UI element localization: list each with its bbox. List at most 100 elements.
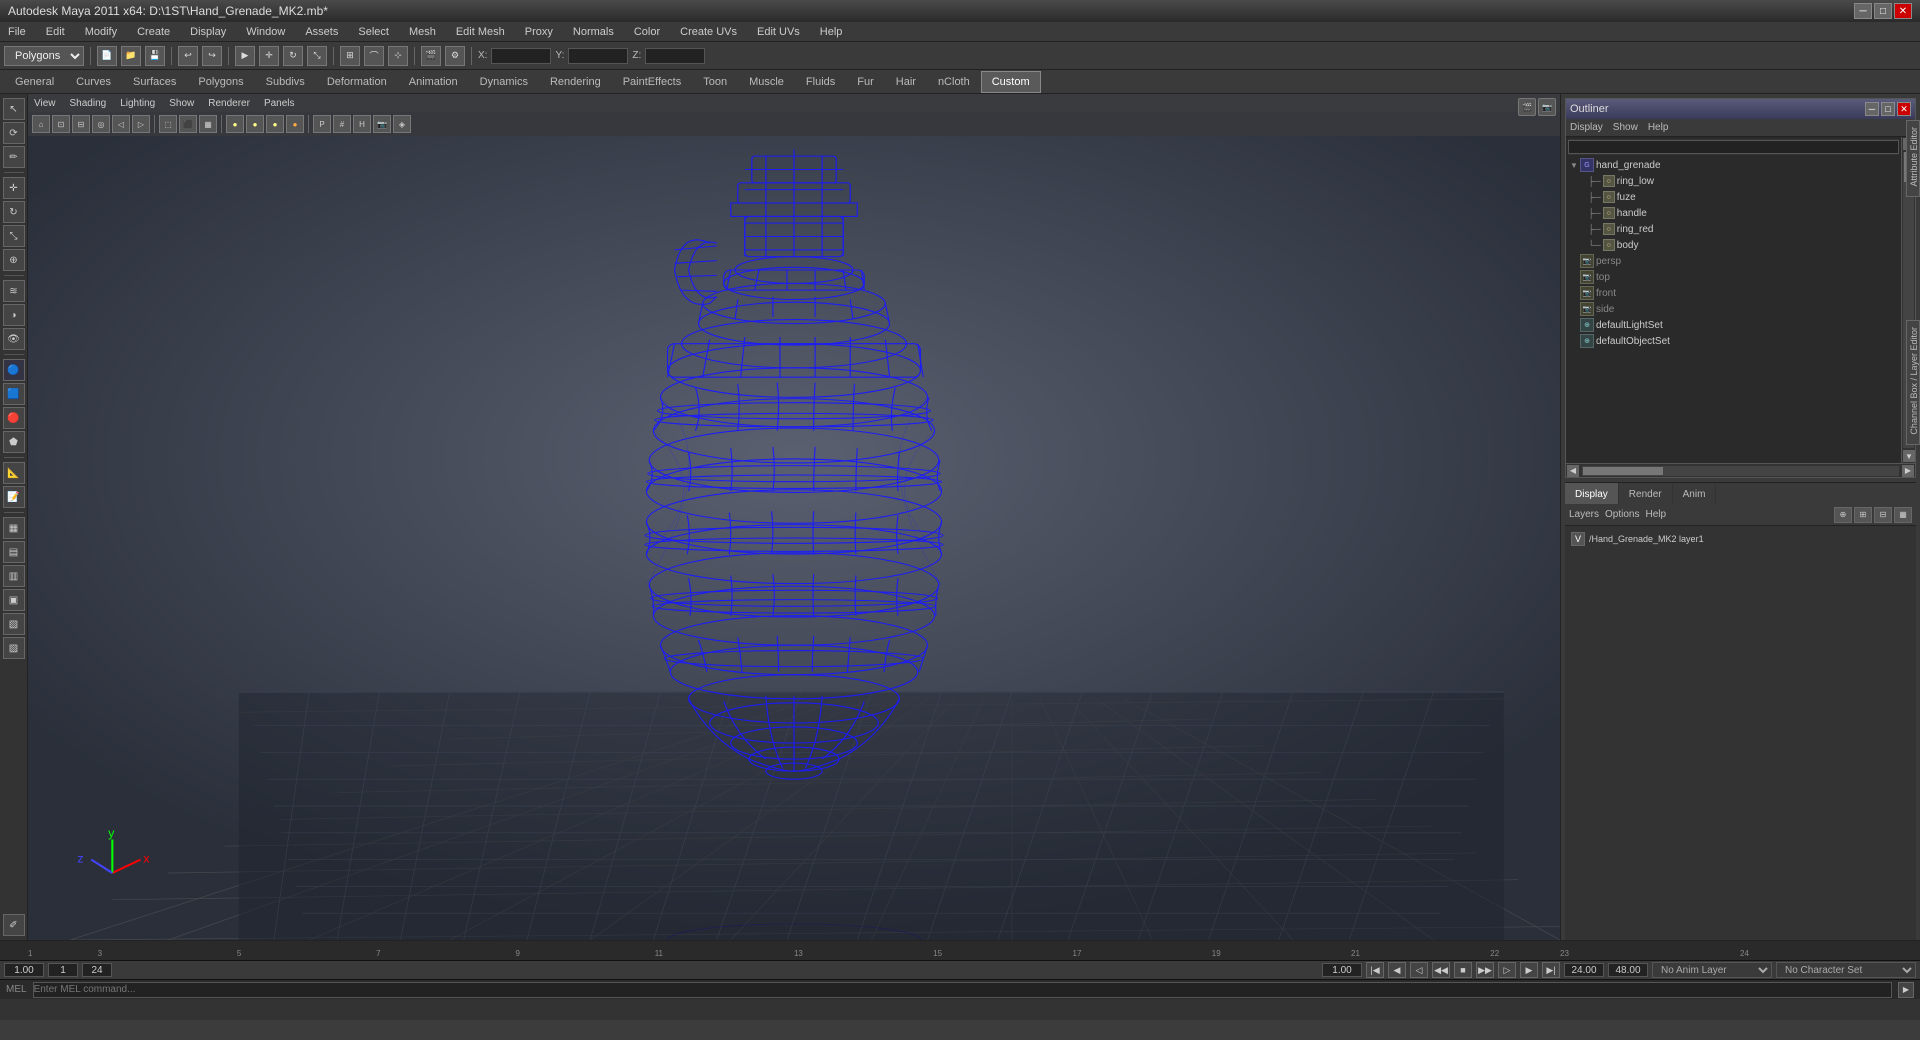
outliner-item-lightset[interactable]: ⊕ defaultLightSet xyxy=(1568,317,1899,333)
wire-btn[interactable]: ⬚ xyxy=(159,115,177,133)
scale-tool[interactable]: ⤡ xyxy=(3,225,25,247)
tab-render[interactable]: Render xyxy=(1619,483,1673,505)
smooth-shade-btn[interactable]: ⬛ xyxy=(179,115,197,133)
outliner-hscrollbar[interactable]: ◀ ▶ xyxy=(1566,463,1915,477)
render-end-field[interactable]: 48.00 xyxy=(1608,963,1648,977)
viewport-menu-renderer[interactable]: Renderer xyxy=(208,98,250,109)
menu-mesh[interactable]: Mesh xyxy=(405,24,440,40)
layer-icon-2[interactable]: ⊞ xyxy=(1854,507,1872,523)
menu-window[interactable]: Window xyxy=(242,24,289,40)
menu-display[interactable]: Display xyxy=(186,24,230,40)
move-button[interactable]: ✛ xyxy=(259,46,279,66)
viewport-menu-show[interactable]: Show xyxy=(169,98,194,109)
outliner-item-fuze[interactable]: ├─ ○ fuze xyxy=(1568,189,1899,205)
viewport-canvas[interactable]: x y z xyxy=(28,136,1560,940)
outliner-item-body[interactable]: └─ ○ body xyxy=(1568,237,1899,253)
light2-btn[interactable]: ● xyxy=(246,115,264,133)
menu-normals[interactable]: Normals xyxy=(569,24,618,40)
tab-painteffects[interactable]: PaintEffects xyxy=(612,71,693,93)
attr-editor-tab[interactable]: Attribute Editor xyxy=(1906,120,1920,197)
render-button[interactable]: 🎬 xyxy=(421,46,441,66)
mel-expand-btn[interactable]: ▶ xyxy=(1898,982,1914,998)
viewport-menu-panels[interactable]: Panels xyxy=(264,98,295,109)
outliner-item-persp[interactable]: 📷 persp xyxy=(1568,253,1899,269)
pencil-tool[interactable]: ✐ xyxy=(3,914,25,936)
hscroll-track[interactable] xyxy=(1582,466,1899,476)
tab-surfaces[interactable]: Surfaces xyxy=(122,71,187,93)
current-frame-field[interactable]: 1.00 xyxy=(1322,963,1362,977)
save-button[interactable]: 💾 xyxy=(145,46,165,66)
tab-general[interactable]: General xyxy=(4,71,65,93)
trax-editor-btn[interactable]: ▧ xyxy=(3,613,25,635)
snap-point-button[interactable]: ⊹ xyxy=(388,46,408,66)
outliner-item-top[interactable]: 📷 top xyxy=(1568,269,1899,285)
viewport-menu-lighting[interactable]: Lighting xyxy=(120,98,155,109)
menu-create[interactable]: Create xyxy=(133,24,174,40)
layers-menu-help[interactable]: Help xyxy=(1645,509,1666,520)
scale-button[interactable]: ⤡ xyxy=(307,46,327,66)
hscroll-left-btn[interactable]: ◀ xyxy=(1567,465,1579,477)
annotate-tool[interactable]: 📝 xyxy=(3,486,25,508)
isolate-btn[interactable]: ◈ xyxy=(393,115,411,133)
blend-shape-btn[interactable]: ▨ xyxy=(3,637,25,659)
open-button[interactable]: 📁 xyxy=(121,46,141,66)
frame-all-btn[interactable]: ⊡ xyxy=(52,115,70,133)
outliner-close[interactable]: ✕ xyxy=(1897,102,1911,116)
layer-icon-3[interactable]: ⊟ xyxy=(1874,507,1892,523)
new-scene-button[interactable]: 📄 xyxy=(97,46,117,66)
outliner-minimize[interactable]: ─ xyxy=(1865,102,1879,116)
hud-btn[interactable]: H xyxy=(353,115,371,133)
tab-polygons[interactable]: Polygons xyxy=(187,71,254,93)
tab-custom[interactable]: Custom xyxy=(981,71,1041,93)
menu-help[interactable]: Help xyxy=(816,24,847,40)
tab-rendering[interactable]: Rendering xyxy=(539,71,612,93)
viewport-menu-shading[interactable]: Shading xyxy=(70,98,107,109)
range-end-field[interactable]: 24 xyxy=(82,963,112,977)
next-keyframe-btn[interactable]: ▷ xyxy=(1498,962,1516,978)
outliner-item-ring-red[interactable]: ├─ ○ ring_red xyxy=(1568,221,1899,237)
outliner-item-front[interactable]: 📷 front xyxy=(1568,285,1899,301)
prev-frame-btn[interactable]: ◀ xyxy=(1388,962,1406,978)
mel-input[interactable] xyxy=(33,982,1892,998)
light3-btn[interactable]: ● xyxy=(266,115,284,133)
render-icon-2[interactable]: 📷 xyxy=(1538,98,1556,116)
light1-btn[interactable]: ● xyxy=(226,115,244,133)
rotate-tool[interactable]: ↻ xyxy=(3,201,25,223)
outliner-search[interactable] xyxy=(1568,140,1899,154)
paint-btn[interactable]: ▥ xyxy=(3,565,25,587)
measure-tool[interactable]: 📐 xyxy=(3,462,25,484)
tab-fur[interactable]: Fur xyxy=(846,71,885,93)
sculpt-tool[interactable]: ◑ xyxy=(3,304,25,326)
frame-selected-btn[interactable]: ⊟ xyxy=(72,115,90,133)
y-field[interactable] xyxy=(568,48,628,64)
tab-animation[interactable]: Animation xyxy=(398,71,469,93)
stop-btn[interactable]: ■ xyxy=(1454,962,1472,978)
light4-btn[interactable]: ● xyxy=(286,115,304,133)
grid-btn[interactable]: # xyxy=(333,115,351,133)
scroll-down-btn[interactable]: ▼ xyxy=(1903,450,1915,462)
outliner-item-hand-grenade[interactable]: ▼ G hand_grenade xyxy=(1568,157,1899,173)
layer-icon-1[interactable]: ⊕ xyxy=(1834,507,1852,523)
layers-menu-layers[interactable]: Layers xyxy=(1569,509,1599,520)
playback-end-field[interactable]: 24.00 xyxy=(1564,963,1604,977)
node-editor-btn[interactable]: ▣ xyxy=(3,589,25,611)
x-field[interactable] xyxy=(491,48,551,64)
tab-dynamics[interactable]: Dynamics xyxy=(469,71,539,93)
show-hide-tool[interactable]: 👁 xyxy=(3,328,25,350)
mode-dropdown[interactable]: Polygons xyxy=(4,46,84,66)
tab-toon[interactable]: Toon xyxy=(692,71,738,93)
hypershade-btn[interactable]: ▤ xyxy=(3,541,25,563)
lasso-tool[interactable]: ⟳ xyxy=(3,122,25,144)
render-view-btn[interactable]: ▦ xyxy=(3,517,25,539)
outliner-maximize[interactable]: □ xyxy=(1881,102,1895,116)
prev-keyframe-btn[interactable]: ◁ xyxy=(1410,962,1428,978)
go-to-end-btn[interactable]: ▶| xyxy=(1542,962,1560,978)
minimize-button[interactable]: ─ xyxy=(1854,3,1872,19)
tab-deformation[interactable]: Deformation xyxy=(316,71,398,93)
cam-attrs-btn[interactable]: 📷 xyxy=(373,115,391,133)
anim-layer-dropdown[interactable]: No Anim Layer xyxy=(1652,962,1772,978)
range-start-field[interactable]: 1.00 xyxy=(4,963,44,977)
texture-btn[interactable]: ▦ xyxy=(199,115,217,133)
play-fwd-btn[interactable]: ▶▶ xyxy=(1476,962,1494,978)
outliner-item-side[interactable]: 📷 side xyxy=(1568,301,1899,317)
